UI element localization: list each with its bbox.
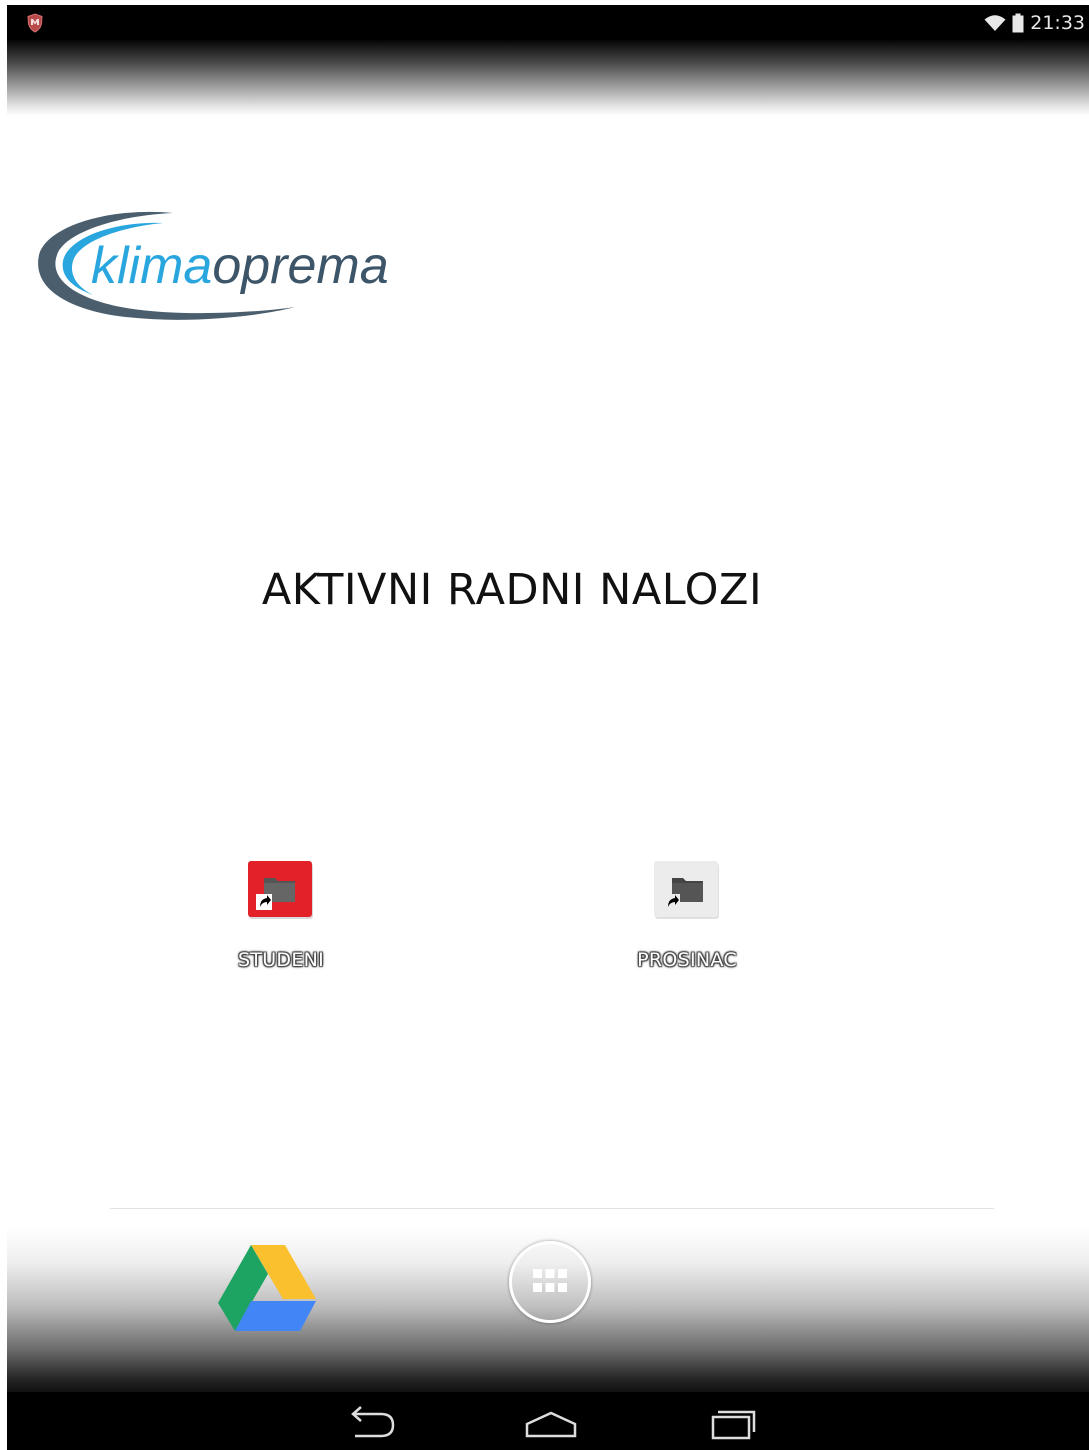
home-icon[interactable] [521,1404,581,1440]
top-shade [7,40,1089,116]
android-home-screen: 21:33 klimaoprema AKTIVNI RADNI NALOZI S… [7,5,1089,1450]
navigation-bar [7,1392,1089,1450]
app-drawer-icon [533,1269,567,1292]
google-drive-icon[interactable] [218,1243,318,1333]
status-bar: 21:33 [7,5,1089,40]
klimaoprema-logo: klimaoprema [38,211,389,320]
wifi-icon [984,14,1006,31]
folder-shortcut-icon [248,861,313,919]
back-icon[interactable] [341,1404,401,1440]
app-drawer-button[interactable] [509,1241,591,1323]
status-icons: 21:33 [984,5,1089,40]
dock-divider [110,1208,994,1209]
shortcut-label: STUDENI [237,949,325,971]
battery-icon [1012,13,1024,32]
logo-wordmark: klimaoprema [91,237,389,295]
status-time: 21:33 [1030,11,1085,34]
page-title: AKTIVNI RADNI NALOZI [261,565,763,615]
shortcut-prosinac[interactable]: PROSINAC [597,861,777,971]
recents-icon[interactable] [703,1404,763,1440]
shield-notification-icon [27,13,43,33]
shortcut-studeni[interactable]: STUDENI [191,861,371,971]
shortcut-label: PROSINAC [637,949,737,971]
folder-shortcut-icon [654,861,719,919]
